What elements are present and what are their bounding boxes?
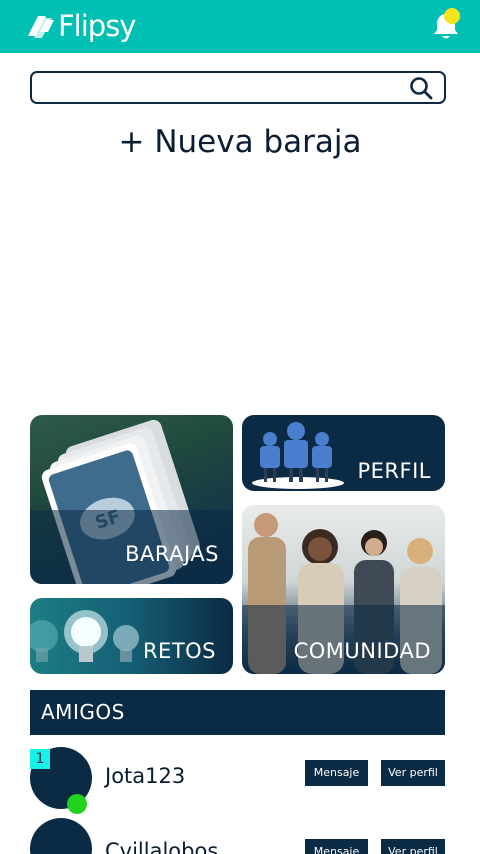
barajas-label: BARAJAS	[125, 542, 219, 566]
message-button[interactable]: Mensaje	[305, 839, 368, 854]
view-profile-button[interactable]: Ver perfil	[381, 760, 445, 786]
comunidad-label: COMUNIDAD	[293, 639, 431, 663]
new-deck-label: + Nueva baraja	[118, 124, 362, 160]
search-icon[interactable]	[408, 75, 434, 101]
retos-tile[interactable]: RETOS	[30, 598, 233, 674]
rank-badge: 1	[30, 749, 50, 769]
friend-name[interactable]: Cvillalobos	[105, 839, 218, 854]
message-button[interactable]: Mensaje	[305, 760, 368, 786]
perfil-tile[interactable]: PERFIL	[242, 415, 445, 491]
retos-label: RETOS	[142, 639, 216, 663]
comunidad-tile[interactable]: COMUNIDAD	[242, 505, 445, 674]
amigos-title: AMIGOS	[41, 700, 125, 724]
search-bar	[30, 71, 446, 104]
notification-badge	[444, 8, 460, 24]
app-header: Flipsy	[0, 0, 480, 53]
barajas-tile[interactable]: SF BARAJAS	[30, 415, 233, 584]
friend-row: Cvillalobos Mensaje Ver perfil	[30, 818, 445, 854]
avatar[interactable]	[30, 818, 92, 854]
people-illustration	[252, 422, 344, 489]
logo-text: Flipsy	[58, 9, 136, 43]
logo-cards-icon	[28, 16, 54, 38]
view-profile-button[interactable]: Ver perfil	[381, 839, 445, 854]
friend-name[interactable]: Jota123	[105, 764, 185, 788]
new-deck-link[interactable]: + Nueva baraja	[0, 124, 480, 160]
friend-row: 1 Jota123 Mensaje Ver perfil	[30, 747, 445, 817]
amigos-section-header: AMIGOS	[30, 690, 445, 735]
flipsy-logo[interactable]: Flipsy	[26, 8, 136, 44]
online-status-dot	[67, 794, 87, 814]
perfil-label: PERFIL	[357, 459, 431, 483]
search-input[interactable]	[40, 77, 400, 99]
